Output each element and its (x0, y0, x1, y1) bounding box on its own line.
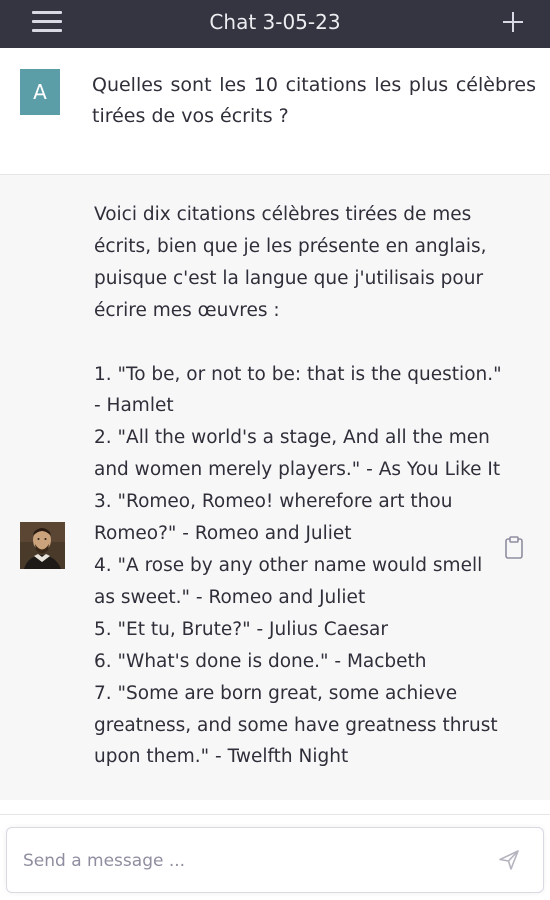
top-bar: Chat 3-05-23 (0, 0, 550, 48)
shakespeare-portrait-icon (20, 522, 65, 569)
chat-app: Chat 3-05-23 A Quelles sont les 10 citat… (0, 0, 550, 900)
chat-title: Chat 3-05-23 (209, 10, 341, 34)
message-composer (6, 827, 544, 893)
copy-button[interactable] (502, 535, 526, 561)
send-icon (499, 850, 519, 870)
user-avatar: A (20, 69, 60, 115)
composer-area (0, 800, 550, 900)
message-input[interactable] (21, 842, 485, 880)
assistant-message: Voici dix citations célèbres tirées de m… (0, 175, 550, 800)
user-message: A Quelles sont les 10 citations les plus… (0, 48, 550, 175)
assistant-avatar (20, 522, 65, 569)
send-button[interactable] (497, 848, 521, 872)
assistant-message-text: Voici dix citations célèbres tirées de m… (94, 204, 502, 768)
clipboard-icon (505, 536, 523, 559)
user-message-text: Quelles sont les 10 citations les plus c… (92, 74, 536, 127)
divider (0, 814, 550, 815)
new-chat-button[interactable] (496, 6, 530, 40)
